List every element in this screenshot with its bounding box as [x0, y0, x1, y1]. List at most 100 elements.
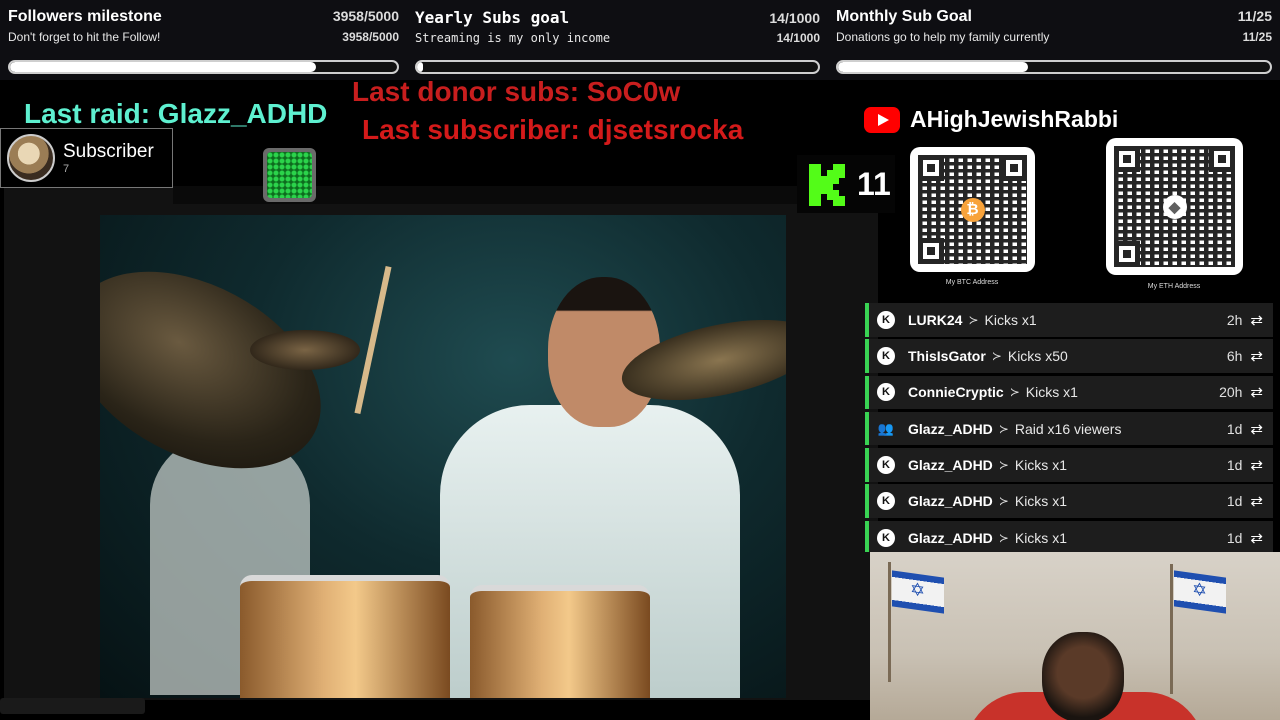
- kick-follower-count: 11: [857, 165, 891, 202]
- drum-left: [240, 575, 450, 698]
- event-detail: Kicks x1: [1014, 456, 1067, 473]
- goal-progress-bar: [8, 60, 399, 74]
- event-row: K Glazz_ADHD ≻ Kicks x1 1d ⇄: [865, 484, 1273, 518]
- goal-title: Monthly Sub Goal: [836, 8, 972, 25]
- event-user: LURK24: [908, 311, 963, 328]
- event-time: 1d: [1226, 456, 1243, 473]
- event-separator: ≻: [968, 312, 979, 327]
- event-detail: Raid x16 viewers: [1014, 420, 1122, 437]
- event-user: Glazz_ADHD: [908, 456, 993, 473]
- flag-pole: [1170, 564, 1173, 694]
- event-row: 👥 Glazz_ADHD ≻ Raid x16 viewers 1d ⇄: [865, 411, 1273, 446]
- btc-qr-code: ₿: [910, 147, 1035, 272]
- subscriber-badge: Subscriber 7: [0, 128, 173, 188]
- event-row: K LURK24 ≻ Kicks x1 2h ⇄: [865, 303, 1273, 337]
- eth-caption: My ETH Address: [1147, 283, 1201, 290]
- event-detail: Kicks x1: [1025, 384, 1078, 401]
- avatar: [7, 134, 55, 182]
- yearly-subs-goal-widget: Yearly Subs goal 14/1000 Streaming is my…: [407, 0, 828, 80]
- event-time: 1d: [1226, 529, 1243, 546]
- goal-subtitle: Donations go to help my family currently: [836, 30, 1050, 44]
- israel-flag-icon: [1174, 570, 1226, 614]
- cymbal-left: [100, 231, 355, 509]
- goal-progress-fill: [838, 62, 1029, 72]
- goal-subtitle: Don't forget to hit the Follow!: [8, 30, 161, 44]
- goal-count: 14/1000: [769, 10, 820, 26]
- event-time: 1d: [1226, 420, 1243, 437]
- event-time: 1d: [1226, 493, 1243, 510]
- event-row: K Glazz_ADHD ≻ Kicks x1 1d ⇄: [865, 448, 1273, 482]
- youtube-icon: [864, 106, 900, 133]
- event-row: K ConnieCryptic ≻ Kicks x1 20h ⇄: [865, 375, 1273, 410]
- event-user: Glazz_ADHD: [908, 529, 993, 546]
- event-user: ConnieCryptic: [908, 384, 1004, 401]
- eth-qr-code: ◆: [1106, 138, 1243, 275]
- drumstick: [354, 266, 392, 414]
- event-detail: Kicks x50: [1007, 348, 1068, 365]
- goal-progress-bar: [415, 60, 820, 74]
- goal-count: 11/25: [1237, 8, 1272, 24]
- kick-counter: 11: [797, 155, 895, 213]
- israel-flag-icon: [892, 570, 944, 614]
- replay-icon[interactable]: ⇄: [1250, 529, 1263, 547]
- goal-count-secondary: 11/25: [1242, 30, 1272, 44]
- goal-progress-bar: [836, 60, 1272, 74]
- replay-icon[interactable]: ⇄: [1250, 383, 1263, 401]
- cymbal-back: [250, 330, 360, 370]
- last-subscriber-banner: Last subscriber: djsetsrocka: [362, 114, 744, 145]
- monthly-sub-goal-widget: Monthly Sub Goal 11/25 Donations go to h…: [828, 0, 1280, 80]
- event-separator: ≻: [998, 457, 1009, 472]
- event-separator: ≻: [998, 421, 1009, 436]
- drummer-video[interactable]: [100, 215, 786, 698]
- btc-caption: My BTC Address: [945, 279, 999, 286]
- event-time: 20h: [1219, 384, 1243, 401]
- kicks-jar-icon: [263, 148, 316, 202]
- kick-icon: K: [877, 310, 895, 329]
- streamer-head: [1042, 632, 1124, 720]
- replay-icon[interactable]: ⇄: [1250, 456, 1263, 474]
- event-user: Glazz_ADHD: [908, 420, 993, 437]
- kick-logo-icon: [807, 162, 847, 206]
- event-user: Glazz_ADHD: [908, 493, 993, 510]
- replay-icon[interactable]: ⇄: [1250, 492, 1263, 510]
- goal-title: Followers milestone: [8, 8, 162, 25]
- goal-count: 3958/5000: [332, 8, 399, 24]
- webcam-feed: [870, 552, 1280, 720]
- channel-name: AHighJewishRabbi: [910, 106, 1119, 132]
- channel-header: AHighJewishRabbi: [864, 106, 1118, 133]
- followers-goal-widget: Followers milestone 3958/5000 Don't forg…: [0, 0, 407, 80]
- goal-title: Yearly Subs goal: [415, 8, 570, 27]
- kick-icon: K: [877, 383, 895, 402]
- goal-count-secondary: 14/1000: [776, 31, 820, 45]
- goal-progress-fill: [417, 62, 423, 72]
- goal-progress-fill: [10, 62, 317, 72]
- event-detail: Kicks x1: [1014, 493, 1067, 510]
- subscriber-count: 7: [63, 163, 70, 175]
- event-time: 2h: [1226, 311, 1243, 328]
- event-user: ThisIsGator: [908, 348, 986, 365]
- ethereum-icon: ◆: [1162, 194, 1187, 219]
- url-strip: [0, 698, 145, 714]
- replay-icon[interactable]: ⇄: [1250, 420, 1263, 438]
- raid-icon: 👥: [877, 420, 895, 436]
- event-detail: Kicks x1: [984, 311, 1037, 328]
- event-detail: Kicks x1: [1014, 529, 1067, 546]
- last-donor-banner: Last donor subs: SoC0w: [352, 76, 681, 107]
- drum-right: [470, 585, 650, 698]
- event-row: K Glazz_ADHD ≻ Kicks x1 1d ⇄: [865, 520, 1273, 552]
- event-separator: ≻: [998, 494, 1009, 509]
- replay-icon[interactable]: ⇄: [1250, 311, 1263, 329]
- event-list: K LURK24 ≻ Kicks x1 2h ⇄ K ThisIsGator ≻…: [865, 303, 1273, 552]
- subscriber-label: Subscriber: [63, 141, 154, 162]
- bitcoin-icon: ₿: [960, 197, 985, 222]
- event-separator: ≻: [1009, 385, 1020, 400]
- kick-icon: K: [877, 492, 895, 511]
- event-row: K ThisIsGator ≻ Kicks x50 6h ⇄: [865, 339, 1273, 373]
- kick-icon: K: [877, 347, 895, 366]
- event-separator: ≻: [998, 530, 1009, 545]
- event-separator: ≻: [991, 349, 1002, 364]
- kick-icon: K: [877, 455, 895, 474]
- goal-subtitle: Streaming is my only income: [415, 31, 611, 45]
- flag-pole: [888, 562, 891, 682]
- replay-icon[interactable]: ⇄: [1250, 347, 1263, 365]
